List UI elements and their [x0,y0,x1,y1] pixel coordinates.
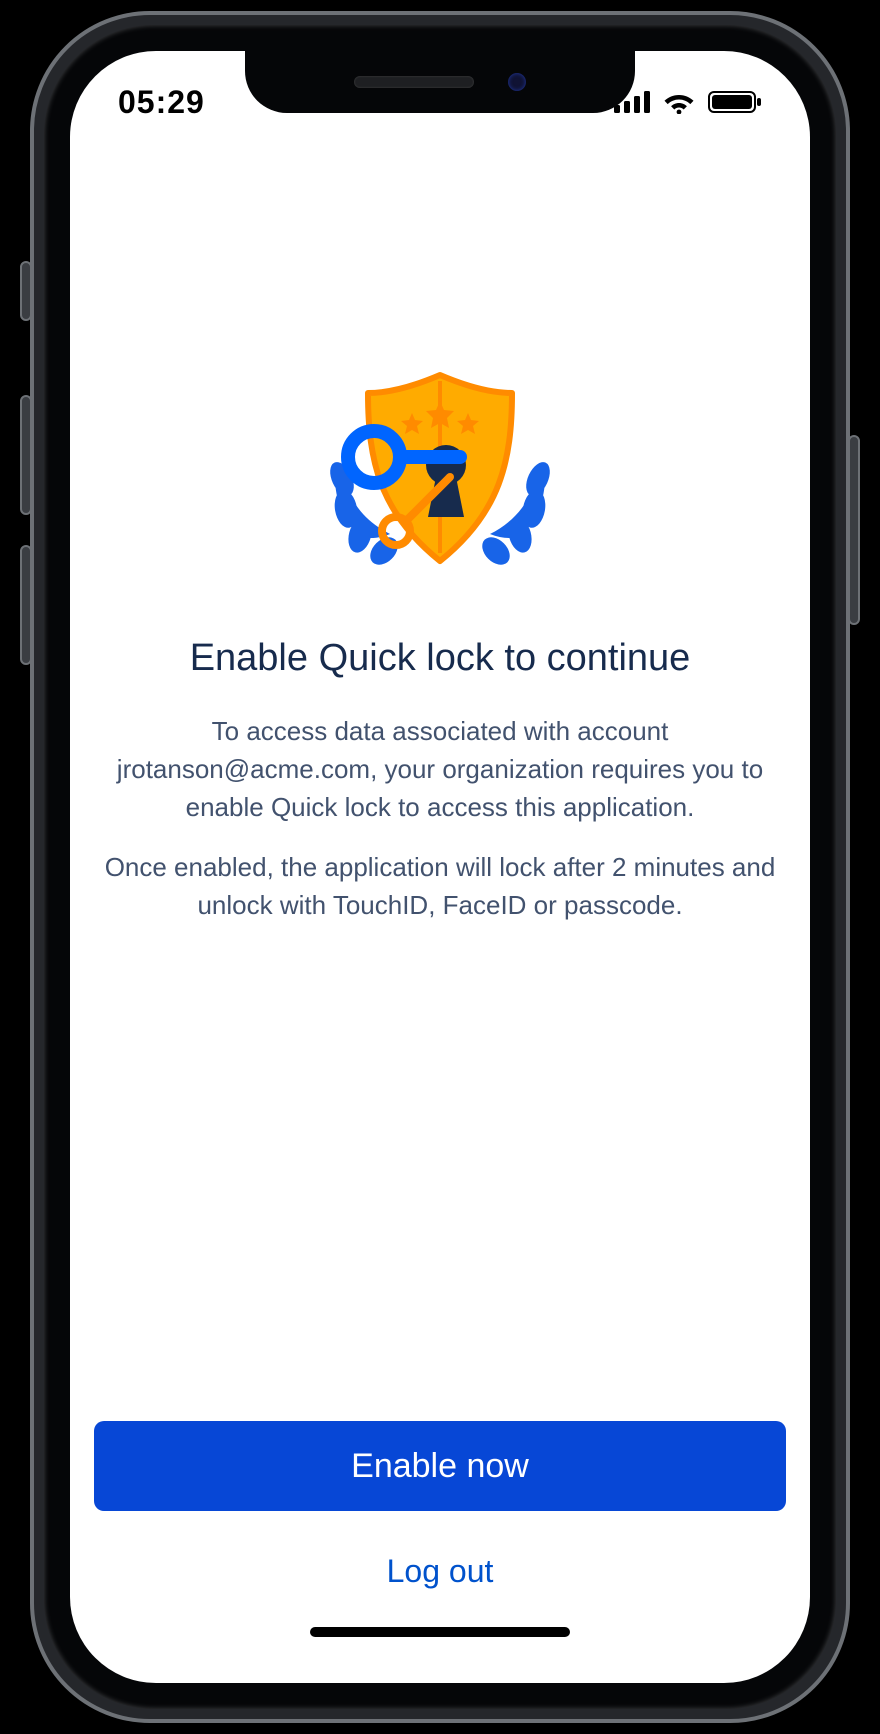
status-time: 05:29 [118,84,205,121]
mute-switch [20,261,32,321]
shield-key-illustration [300,361,580,581]
wifi-icon [662,90,696,114]
phone-screen: 05:29 [70,51,810,1683]
enable-now-button[interactable]: Enable now [94,1421,786,1511]
home-indicator[interactable] [94,1611,786,1651]
volume-down-button [20,545,32,665]
main-content: Enable Quick lock to continue To access … [70,131,810,1683]
notch [245,51,635,113]
description-2: Once enabled, the application will lock … [94,848,786,924]
description-1: To access data associated with account j… [94,712,786,826]
page-title: Enable Quick lock to continue [190,637,691,680]
speaker [354,76,474,88]
front-camera [508,73,526,91]
battery-icon [708,90,762,114]
phone-frame: 05:29 [30,11,850,1723]
volume-up-button [20,395,32,515]
power-button [848,435,860,625]
log-out-button[interactable]: Log out [94,1531,786,1611]
